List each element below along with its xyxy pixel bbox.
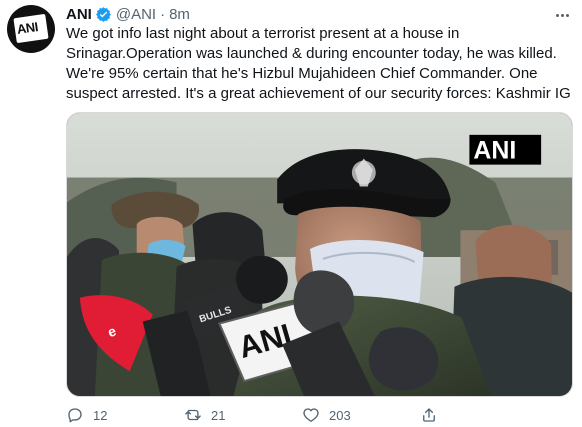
tweet-text-line: Srinagar.Operation was launched & during… xyxy=(66,45,557,62)
tweet-text-line: We're 95% certain that he's Hizbul Mujah… xyxy=(66,65,538,82)
like-count: 203 xyxy=(329,407,351,423)
more-dot xyxy=(565,13,569,17)
more-dot xyxy=(555,13,559,17)
retweet-count: 21 xyxy=(211,407,226,423)
ani-logo: ANI xyxy=(13,13,49,44)
tweet-header: ANI @ANI · 8m xyxy=(66,3,190,25)
separator-dot: · xyxy=(160,5,166,23)
ani-watermark: ANI xyxy=(473,137,516,165)
tweet-timestamp[interactable]: 8m xyxy=(169,6,190,23)
press-conference-photo: e BULLS ANI ANI xyxy=(67,113,572,396)
share-button[interactable] xyxy=(420,405,450,425)
retweet-button[interactable]: 21 xyxy=(184,405,302,425)
more-dot xyxy=(560,13,564,17)
tweet-card[interactable]: ANI ANI @ANI · 8m We got info last night… xyxy=(0,0,582,427)
reply-button[interactable]: 12 xyxy=(66,405,184,425)
verified-icon xyxy=(95,6,111,22)
heart-icon xyxy=(303,408,319,422)
author-display-name[interactable]: ANI xyxy=(66,6,92,23)
ani-avatar[interactable]: ANI xyxy=(7,5,55,53)
tweet-text-line: We got info last night about a terrorist… xyxy=(66,25,460,42)
tweet-text-line: suspect arrested. It's a great achieveme… xyxy=(66,85,571,102)
ani-logo-text: ANI xyxy=(15,19,39,37)
reply-count: 12 xyxy=(93,407,108,423)
more-horizontal-icon[interactable] xyxy=(552,7,572,23)
reply-icon xyxy=(68,408,82,423)
author-handle[interactable]: @ANI xyxy=(116,6,156,23)
share-icon xyxy=(423,408,435,422)
retweet-icon xyxy=(185,409,201,421)
tweet-text: We got info last night about a terrorist… xyxy=(66,24,572,104)
like-button[interactable]: 203 xyxy=(302,405,420,425)
tweet-photo[interactable]: e BULLS ANI ANI xyxy=(66,112,573,397)
tweet-actions: 12 21 203 xyxy=(66,403,486,427)
